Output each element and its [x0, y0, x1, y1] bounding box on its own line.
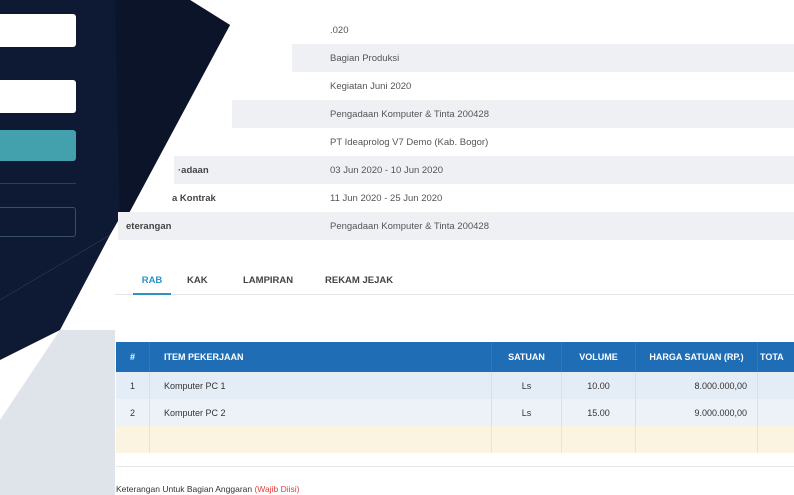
row-volume: 10.00	[562, 372, 636, 399]
col-satuan: SATUAN	[492, 342, 562, 372]
empty-cell	[492, 426, 562, 453]
detail-value: Pengadaan Komputer & Tinta 200428	[330, 108, 489, 120]
detail-value: Pengadaan Komputer & Tinta 200428	[330, 220, 489, 232]
tab-lampiran[interactable]: LAMPIRAN	[243, 265, 293, 295]
table-row[interactable]: 2 Komputer PC 2 Ls 15.00 9.000.000,00	[116, 399, 794, 426]
detail-row: Bagian Produksi	[292, 44, 794, 72]
detail-value: Kegiatan Juni 2020	[330, 80, 412, 92]
detail-row: a Kontrak 11 Jun 2020 - 25 Jun 2020	[146, 184, 794, 212]
col-total: TOTA	[760, 352, 784, 362]
detail-label: ·adaan	[178, 164, 209, 176]
detail-row: eterangan Pengadaan Komputer & Tinta 200…	[118, 212, 794, 240]
detail-row: Pengadaan Komputer & Tinta 200428	[232, 100, 794, 128]
row-harga: 8.000.000,00	[636, 372, 758, 399]
col-volume: VOLUME	[562, 342, 636, 372]
rab-table-header: # ITEM PEKERJAAN SATUAN VOLUME HARGA SAT…	[116, 342, 794, 372]
detail-row: PT Ideaprolog V7 Demo (Kab. Bogor)	[202, 128, 794, 156]
required-marker: (Wajib Diisi)	[254, 484, 300, 494]
row-harga: 9.000.000,00	[636, 399, 758, 426]
tab-kak[interactable]: KAK	[187, 265, 208, 295]
detail-value: PT Ideaprolog V7 Demo (Kab. Bogor)	[330, 136, 489, 148]
tab-bar: RAB KAK LAMPIRAN REKAM JEJAK	[115, 265, 794, 295]
row-total	[758, 399, 794, 426]
tab-rekam-jejak[interactable]: REKAM JEJAK	[325, 265, 393, 295]
row-number: 2	[116, 399, 150, 426]
row-satuan: Ls	[492, 372, 562, 399]
row-number: 1	[116, 372, 150, 399]
divider	[116, 466, 794, 467]
detail-sheet: .020 Bagian Produksi Kegiatan Juni 2020 …	[0, 0, 794, 495]
detail-value: .020	[330, 24, 349, 36]
row-volume: 15.00	[562, 399, 636, 426]
empty-cell	[116, 426, 150, 453]
col-harga-satuan: HARGA SATUAN (RP.)	[636, 342, 758, 372]
row-item: Komputer PC 2	[150, 399, 492, 426]
detail-value: 11 Jun 2020 - 25 Jun 2020	[330, 192, 443, 204]
empty-cell	[562, 426, 636, 453]
col-number: #	[116, 342, 150, 372]
detail-label: eterangan	[126, 220, 172, 232]
detail-value: 03 Jun 2020 - 10 Jun 2020	[330, 164, 444, 176]
row-item: Komputer PC 1	[150, 372, 492, 399]
note-text: Keterangan Untuk Bagian Anggaran	[116, 484, 255, 494]
table-row[interactable]: 1 Komputer PC 1 Ls 10.00 8.000.000,00	[116, 372, 794, 399]
detail-value: Bagian Produksi	[330, 52, 400, 64]
empty-cell	[758, 426, 794, 453]
detail-row: Kegiatan Juni 2020	[262, 72, 794, 100]
budget-note-label: Keterangan Untuk Bagian Anggaran (Wajib …	[116, 484, 299, 494]
row-satuan: Ls	[492, 399, 562, 426]
detail-row: .020	[300, 16, 635, 44]
empty-cell	[636, 426, 758, 453]
row-total	[758, 372, 794, 399]
detail-row: ·adaan 03 Jun 2020 - 10 Jun 2020	[174, 156, 794, 184]
empty-cell	[150, 426, 492, 453]
tab-rab[interactable]: RAB	[133, 265, 171, 295]
detail-label: a Kontrak	[172, 192, 216, 204]
table-row-empty	[116, 426, 794, 453]
col-item: ITEM PEKERJAAN	[150, 342, 492, 372]
